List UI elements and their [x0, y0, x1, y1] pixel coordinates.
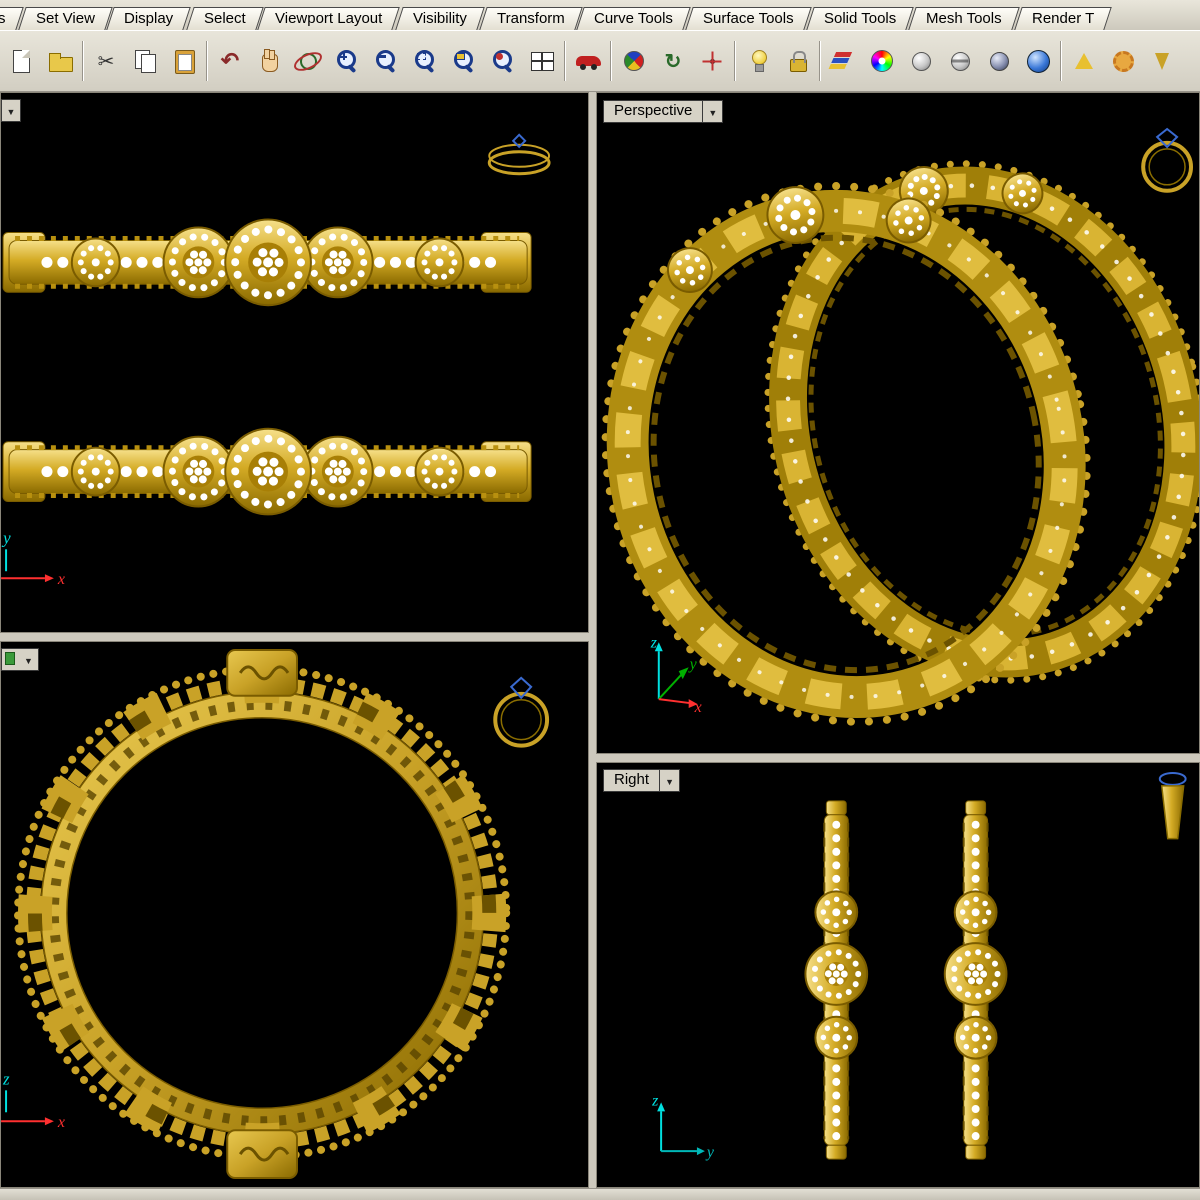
- color-wheel-icon[interactable]: [865, 44, 899, 78]
- bangle-edge-profile-2[interactable]: [945, 801, 1007, 1159]
- layers-icon[interactable]: [826, 44, 860, 78]
- bangle-top-view[interactable]: [14, 648, 511, 1180]
- toolbar-separator: [1060, 41, 1062, 81]
- pan-hand-icon[interactable]: [252, 44, 286, 78]
- toolbar-separator: [819, 41, 821, 81]
- move-point-icon[interactable]: [695, 44, 729, 78]
- bangle-side-profile-1[interactable]: [2, 218, 532, 307]
- sphere-shaded-icon[interactable]: [904, 44, 938, 78]
- zoom-in-icon[interactable]: [330, 44, 364, 78]
- viewport-perspective-dropdown[interactable]: ▼: [703, 100, 724, 123]
- viewport-top-label[interactable]: ▼: [1, 648, 39, 671]
- axis-indicator: z y: [651, 1092, 715, 1161]
- axis-indicator: z x: [1, 1069, 65, 1131]
- active-viewport-chip: [1, 648, 19, 671]
- svg-text:y: y: [705, 1144, 715, 1161]
- toolbar-separator: [734, 41, 736, 81]
- menu-tab-surface-tools[interactable]: Surface Tools: [685, 7, 812, 30]
- viewport-front-dropdown[interactable]: ▼: [1, 99, 21, 122]
- toolbar-separator: [82, 41, 84, 81]
- svg-text:x: x: [57, 1114, 65, 1131]
- paste-icon[interactable]: [167, 44, 201, 78]
- svg-text:x: x: [57, 571, 65, 588]
- orbit-icon[interactable]: [291, 44, 325, 78]
- new-file-icon[interactable]: [4, 44, 38, 78]
- menu-bar: s Set View Display Select Viewport Layou…: [0, 0, 1200, 30]
- svg-text:z: z: [650, 634, 657, 651]
- right-view-canvas: z y: [651, 771, 1187, 1187]
- viewport-right[interactable]: z y Right ▼: [596, 762, 1200, 1188]
- mandrel-thumbnail-icon: [1158, 771, 1187, 840]
- menu-tab-render-tools[interactable]: Render T: [1014, 7, 1112, 30]
- zoom-out-icon[interactable]: [369, 44, 403, 78]
- viewport-right-title[interactable]: Right: [603, 769, 661, 792]
- gears-icon[interactable]: [1106, 44, 1140, 78]
- menu-tab-set-view[interactable]: Set View: [17, 7, 113, 30]
- axis-indicator: y x: [1, 528, 65, 588]
- viewport-front-label[interactable]: ▼: [1, 99, 21, 122]
- open-file-icon[interactable]: [43, 44, 77, 78]
- car-icon[interactable]: [571, 44, 605, 78]
- lock-icon[interactable]: [780, 44, 814, 78]
- toolbar: [0, 30, 1200, 92]
- viewport-front[interactable]: y x ▼: [0, 92, 589, 633]
- menu-tab-select[interactable]: Select: [185, 7, 264, 30]
- viewport-right-label[interactable]: Right ▼: [603, 769, 681, 792]
- zoom-extents-icon[interactable]: [447, 44, 481, 78]
- zoom-window-icon[interactable]: [408, 44, 442, 78]
- bangle-side-profile-2[interactable]: [3, 429, 531, 515]
- menu-tab-mesh-tools[interactable]: Mesh Tools: [908, 7, 1020, 30]
- toolbar-separator: [610, 41, 612, 81]
- sphere-blue-icon[interactable]: [1021, 44, 1055, 78]
- viewport-perspective-label[interactable]: Perspective ▼: [603, 100, 724, 123]
- svg-text:z: z: [651, 1092, 658, 1109]
- status-bar: [0, 1188, 1200, 1200]
- menu-tab-viewport-layout[interactable]: Viewport Layout: [257, 7, 401, 30]
- toolbar-separator: [206, 41, 208, 81]
- viewport-top-dropdown[interactable]: ▼: [19, 648, 39, 671]
- viewport-perspective-title[interactable]: Perspective: [603, 100, 704, 123]
- prism-icon[interactable]: [1067, 44, 1101, 78]
- lightbulb-icon[interactable]: [741, 44, 775, 78]
- sphere-dark-icon[interactable]: [982, 44, 1016, 78]
- menu-tab-transform[interactable]: Transform: [478, 7, 583, 30]
- bangle-thumbnail-icon: [487, 133, 551, 176]
- menu-tab-solid-tools[interactable]: Solid Tools: [806, 7, 914, 30]
- ring-thumbnail-icon: [493, 676, 550, 748]
- viewport-right-dropdown[interactable]: ▼: [660, 769, 681, 792]
- svg-text:x: x: [694, 699, 702, 716]
- top-view-canvas: z x: [1, 648, 550, 1180]
- viewport-top[interactable]: z x ▼: [0, 641, 589, 1188]
- ring-thumbnail-icon: [1141, 127, 1194, 193]
- cut-icon[interactable]: [89, 44, 123, 78]
- application-window: s Set View Display Select Viewport Layou…: [0, 0, 1200, 1200]
- menu-tab-display[interactable]: Display: [106, 7, 192, 30]
- zoom-selected-icon[interactable]: [486, 44, 520, 78]
- toolbar-separator: [564, 41, 566, 81]
- viewport-perspective[interactable]: z y x Perspective ▼: [596, 92, 1200, 754]
- undo-icon[interactable]: [213, 44, 247, 78]
- viewport-layout-icon[interactable]: [525, 44, 559, 78]
- svg-text:z: z: [2, 1069, 10, 1088]
- front-view-canvas: y x: [1, 133, 551, 588]
- svg-text:y: y: [1, 528, 11, 547]
- perspective-view-canvas: z y x: [601, 127, 1199, 726]
- copy-icon[interactable]: [128, 44, 162, 78]
- menu-tab-curve-tools[interactable]: Curve Tools: [576, 7, 692, 30]
- menu-tab-visibility[interactable]: Visibility: [394, 7, 485, 30]
- sphere-banded-icon[interactable]: [943, 44, 977, 78]
- compass-icon[interactable]: [617, 44, 651, 78]
- cone-icon[interactable]: [1145, 44, 1179, 78]
- bangle-edge-profile-1[interactable]: [804, 800, 869, 1160]
- svg-text:y: y: [688, 656, 698, 673]
- rotate-icon[interactable]: [656, 44, 690, 78]
